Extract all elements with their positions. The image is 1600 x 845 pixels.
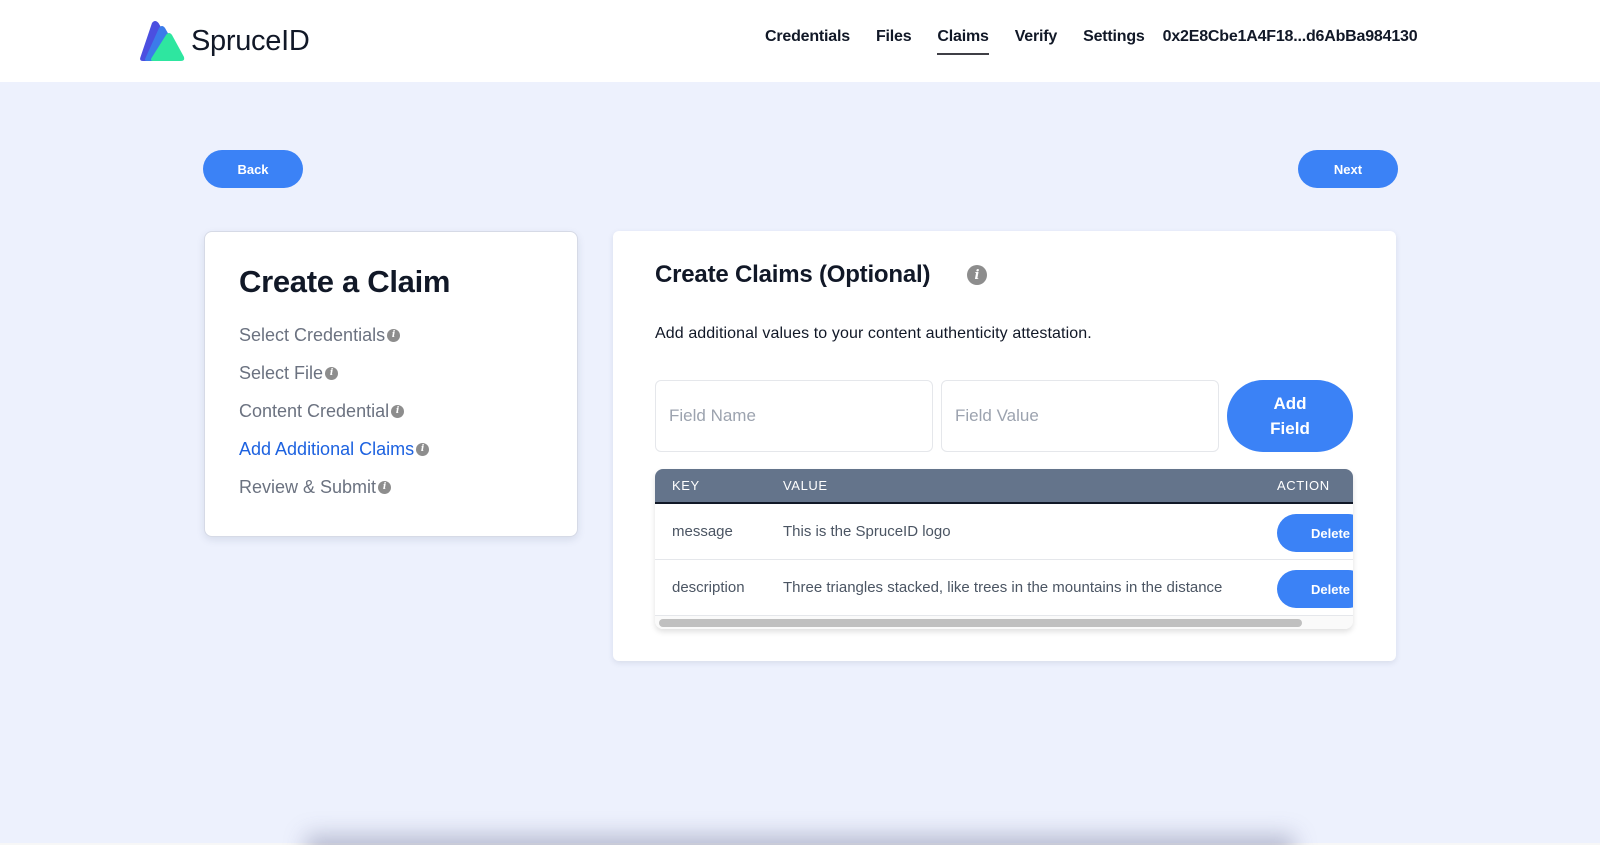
info-icon[interactable]: i — [387, 328, 401, 342]
table-header: KEY VALUE ACTION — [655, 469, 1353, 504]
step-label: Content Credential — [239, 400, 390, 421]
step-select-file[interactable]: Select File i — [239, 354, 429, 392]
step-label: Select File — [239, 362, 324, 383]
info-icon[interactable]: i — [967, 265, 987, 285]
nav-files[interactable]: Files — [876, 28, 912, 50]
info-icon[interactable]: i — [378, 480, 392, 494]
claims-table: KEY VALUE ACTION message This is the Spr… — [655, 469, 1353, 629]
field-value-input[interactable] — [941, 380, 1219, 452]
claims-title: Create Claims (Optional) — [655, 261, 931, 288]
scrollbar-thumb[interactable] — [659, 619, 1302, 627]
column-header-key: KEY — [672, 478, 700, 493]
info-icon[interactable]: i — [416, 442, 430, 456]
nav-claims[interactable]: Claims — [937, 28, 989, 55]
step-label: Add Additional Claims — [239, 438, 415, 459]
steps-list: Select Credentials i Select File i Conte… — [239, 316, 430, 506]
info-icon[interactable]: i — [391, 404, 405, 418]
back-button[interactable]: Back — [203, 150, 303, 188]
cell-value: This is the SpruceID logo — [783, 523, 951, 540]
step-review-submit[interactable]: Review & Submit i — [239, 468, 429, 506]
nav-credentials[interactable]: Credentials — [765, 28, 850, 50]
spruceid-logo-icon — [140, 21, 185, 61]
claims-card: Create Claims (Optional) i Add additiona… — [613, 231, 1396, 661]
add-field-label-line2: Field — [1270, 419, 1310, 438]
top-header: SpruceID Credentials Files Claims Verify… — [0, 0, 1600, 82]
delete-button[interactable]: Delete — [1277, 570, 1353, 608]
add-field-label-line1: Add — [1273, 394, 1307, 413]
step-label: Select Credentials — [239, 324, 386, 345]
claims-description: Add additional values to your content au… — [655, 325, 1092, 342]
field-name-input[interactable] — [655, 380, 933, 452]
step-content-credential[interactable]: Content Credential i — [239, 392, 429, 430]
horizontal-scrollbar[interactable] — [655, 616, 1353, 629]
step-add-additional-claims[interactable]: Add Additional Claims i — [239, 430, 430, 468]
wallet-address[interactable]: 0x2E8Cbe1A4F18...d6AbBa984130 — [1163, 28, 1418, 50]
add-field-button[interactable]: Add Field — [1227, 380, 1353, 452]
cell-key: message — [672, 523, 733, 540]
delete-button[interactable]: Delete — [1277, 514, 1353, 552]
column-header-action: ACTION — [1277, 478, 1330, 493]
table-row: message This is the SpruceID logo Delete — [655, 504, 1353, 560]
nav-settings[interactable]: Settings — [1083, 28, 1145, 50]
next-button[interactable]: Next — [1298, 150, 1398, 188]
table-row: description Three triangles stacked, lik… — [655, 560, 1353, 616]
brand-name: SpruceID — [191, 24, 310, 57]
cell-key: description — [672, 579, 745, 596]
steps-card: Create a Claim Select Credentials i Sele… — [204, 231, 578, 537]
brand-logo[interactable]: SpruceID — [139, 20, 310, 62]
step-select-credentials[interactable]: Select Credentials i — [239, 316, 429, 354]
info-icon[interactable]: i — [325, 366, 339, 380]
step-label: Review & Submit — [239, 476, 377, 497]
nav-verify[interactable]: Verify — [1015, 28, 1058, 50]
main-nav: Credentials Files Claims Verify Settings… — [765, 28, 1418, 55]
column-header-value: VALUE — [783, 478, 828, 493]
cell-value: Three triangles stacked, like trees in t… — [783, 579, 1223, 596]
steps-title: Create a Claim — [239, 264, 451, 299]
